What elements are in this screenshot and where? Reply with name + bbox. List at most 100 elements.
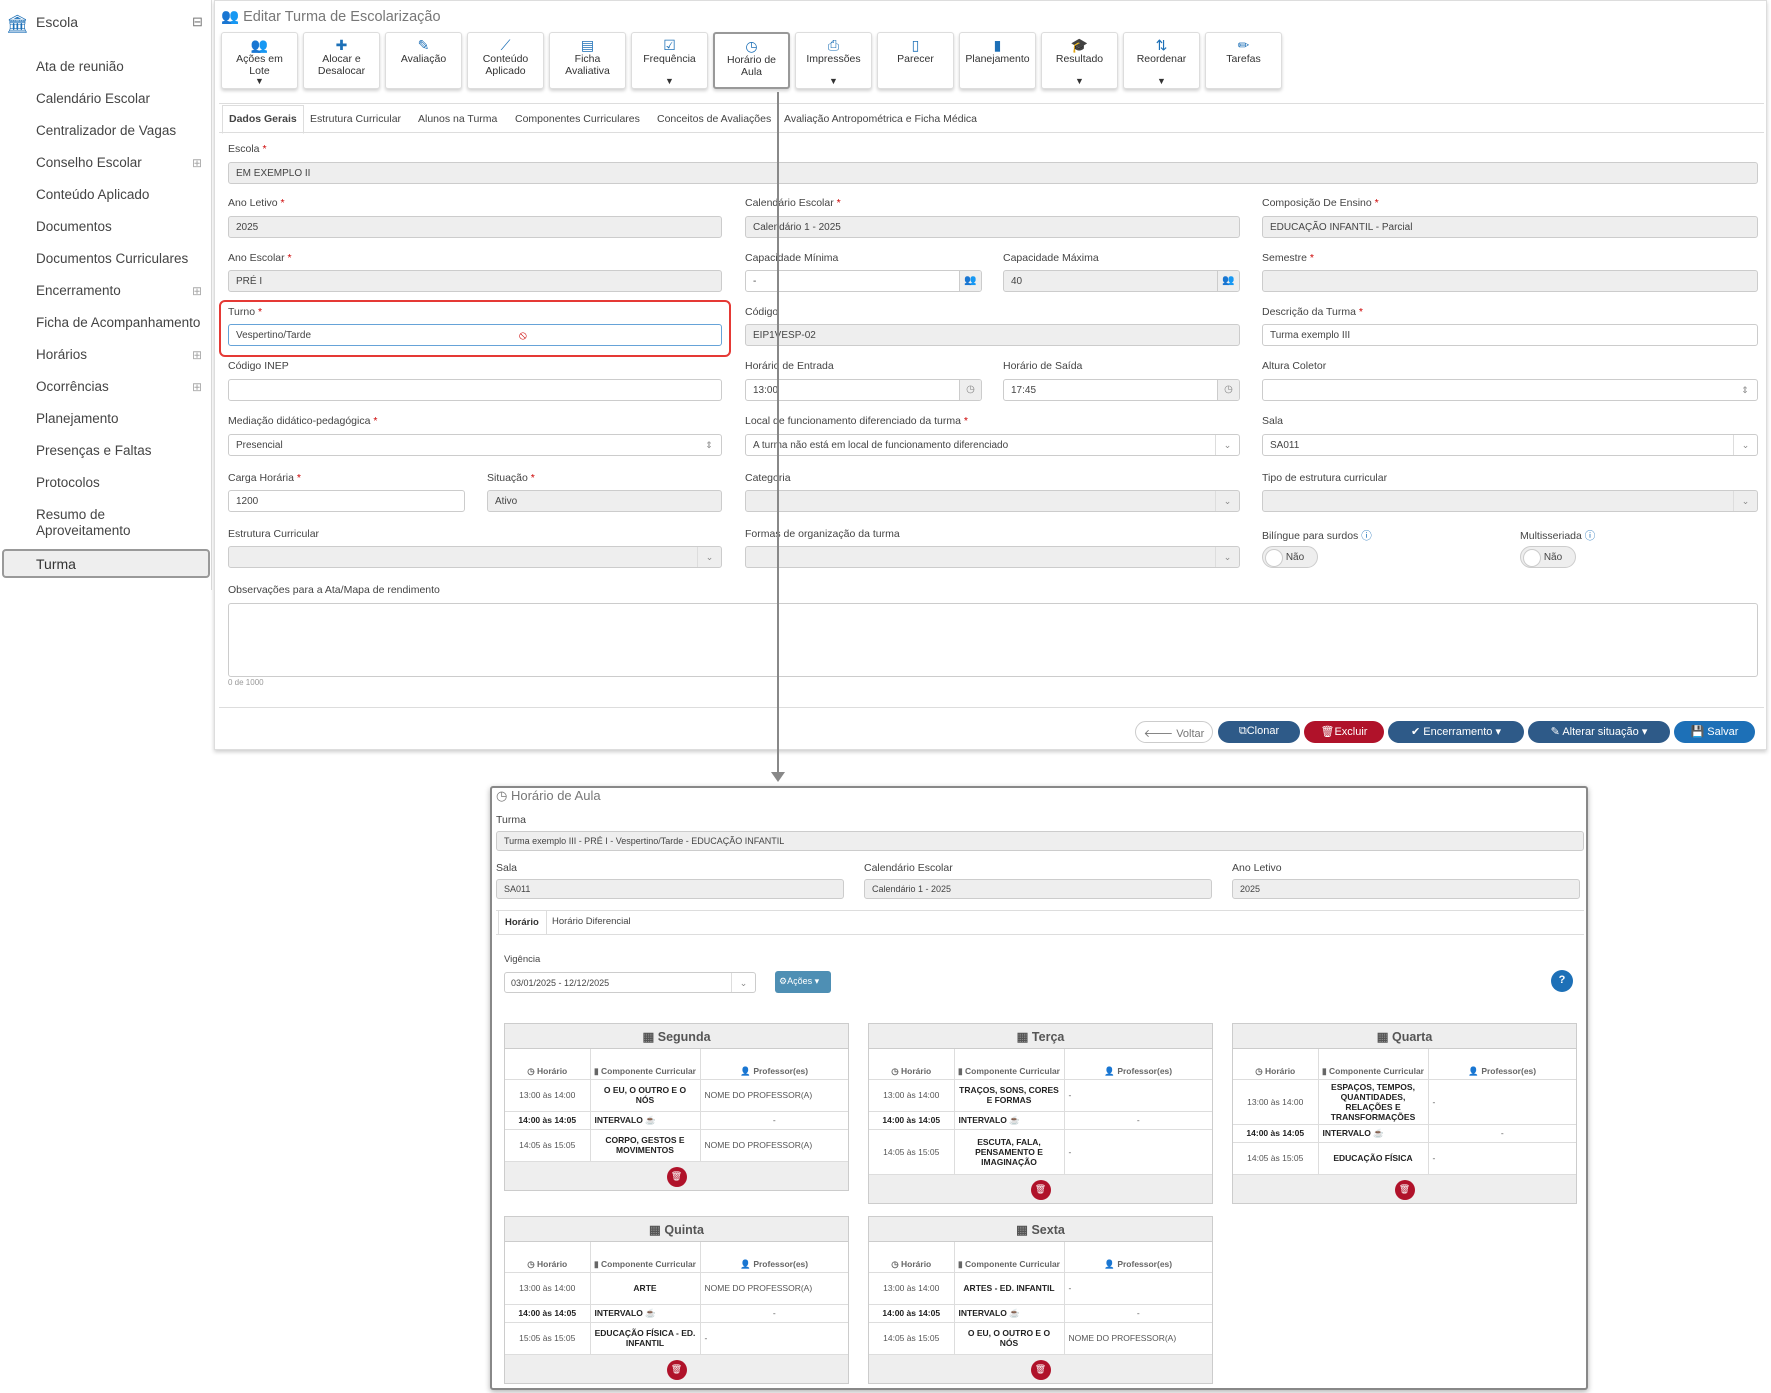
- formas-select[interactable]: ⌄: [745, 546, 1240, 568]
- sidebar-item[interactable]: Ata de reunião: [36, 59, 206, 75]
- toolbar-button[interactable]: ⇅ Reordenar ▼: [1123, 32, 1200, 89]
- expand-icon[interactable]: ⊞: [192, 379, 202, 395]
- sidebar-item-turma[interactable]: Turma: [2, 549, 210, 578]
- vigencia-select[interactable]: 03/01/2025 - 12/12/2025 ⌄: [504, 972, 756, 993]
- salvar-button[interactable]: 💾 Salvar: [1674, 721, 1755, 743]
- bilingue-toggle[interactable]: Não: [1262, 546, 1318, 568]
- codigo-field[interactable]: EIP1VESP-02: [745, 324, 1240, 346]
- tab[interactable]: Componentes Curriculares: [515, 113, 640, 125]
- alterar-situacao-button[interactable]: ✎ Alterar situação ▾: [1528, 721, 1670, 743]
- trash-icon[interactable]: 🗑: [1394, 1179, 1415, 1200]
- sidebar-item[interactable]: Documentos Curriculares: [36, 251, 206, 267]
- sidebar-item[interactable]: Calendário Escolar: [36, 91, 206, 107]
- info-icon[interactable]: ⓘ: [1585, 530, 1596, 542]
- composicao-field[interactable]: EDUCAÇÃO INFANTIL - Parcial: [1262, 216, 1758, 238]
- multisseriada-toggle[interactable]: Não: [1520, 546, 1576, 568]
- horario-entrada-field[interactable]: 13:00 ◷: [745, 379, 982, 401]
- escola-field[interactable]: EM EXEMPLO II: [228, 162, 1758, 184]
- collapse-icon[interactable]: ⊟: [192, 14, 203, 30]
- clonar-button[interactable]: ⧉Clonar: [1218, 721, 1300, 743]
- toolbar-button[interactable]: ▮ Planejamento: [959, 32, 1036, 89]
- voltar-button[interactable]: 🡐 Voltar: [1135, 721, 1213, 743]
- turno-field[interactable]: Vespertino/Tarde ⦸: [228, 324, 722, 346]
- sidebar-item[interactable]: Conteúdo Aplicado: [36, 187, 206, 203]
- sidebar-item[interactable]: Ficha de Acompanhamento: [36, 315, 206, 331]
- expand-icon[interactable]: ⊞: [192, 155, 202, 171]
- toolbar-label: Reordenar: [1136, 53, 1187, 65]
- capacidade-minima-field[interactable]: - 👥: [745, 270, 982, 292]
- clock-icon: ◷: [745, 38, 758, 54]
- trash-icon[interactable]: 🗑: [1030, 1359, 1051, 1380]
- trash-icon[interactable]: 🗑: [1030, 1179, 1051, 1200]
- clock-icon[interactable]: ◷: [1217, 380, 1239, 400]
- descricao-field[interactable]: Turma exemplo III: [1262, 324, 1758, 346]
- capacidade-maxima-field[interactable]: 40 👥: [1003, 270, 1240, 292]
- estrutura-select[interactable]: ⌄: [228, 546, 722, 568]
- toolbar-button[interactable]: ✎ Avaliação: [385, 32, 462, 89]
- local-select[interactable]: A turma não está em local de funcionamen…: [745, 434, 1240, 456]
- clock-icon[interactable]: ◷: [959, 380, 981, 400]
- tab-horario[interactable]: Horário: [498, 910, 547, 934]
- sidebar-item[interactable]: Ocorrências ⊞: [36, 379, 206, 395]
- ano-letivo-field[interactable]: 2025: [228, 216, 722, 238]
- encerramento-button[interactable]: ✔ Encerramento ▾: [1388, 721, 1524, 743]
- toolbar-button[interactable]: ◷ Horário de Aula: [713, 32, 790, 89]
- sidebar-item[interactable]: Resumo de Aproveitamento: [36, 507, 206, 539]
- sala-field[interactable]: SA011: [496, 879, 844, 899]
- horario-saida-field[interactable]: 17:45 ◷: [1003, 379, 1240, 401]
- toolbar-button[interactable]: ⟋ Conteúdo Aplicado: [467, 32, 544, 89]
- ano-escolar-field[interactable]: PRÉ I: [228, 270, 722, 292]
- table-row: 14:00 às 14:05 INTERVALO ☕ -: [505, 1304, 848, 1323]
- toolbar-button[interactable]: ⎙ Impressões ▼: [795, 32, 872, 89]
- horario-cell: 13:00 às 14:00: [505, 1079, 591, 1112]
- sidebar-header[interactable]: 🏛 Escola ⊟: [0, 8, 212, 38]
- toolbar-button[interactable]: ✚ Alocar e Desalocar: [303, 32, 380, 89]
- situacao-field[interactable]: Ativo: [487, 490, 722, 512]
- tab[interactable]: Estrutura Curricular: [310, 113, 401, 125]
- column-header: ▮ Componente Curricular: [1318, 1049, 1429, 1080]
- toolbar-button[interactable]: ✏ Tarefas: [1205, 32, 1282, 89]
- acoes-button[interactable]: ⚙Ações ▾: [775, 971, 831, 993]
- tab[interactable]: Conceitos de Avaliações: [657, 113, 771, 125]
- sidebar-item[interactable]: Documentos: [36, 219, 206, 235]
- toolbar-button[interactable]: ▯ Parecer: [877, 32, 954, 89]
- ano-letivo-field[interactable]: 2025: [1232, 879, 1580, 899]
- carga-horaria-field[interactable]: 1200: [228, 490, 465, 512]
- tab-horario-diferencial[interactable]: Horário Diferencial: [552, 916, 631, 927]
- excluir-button[interactable]: 🗑Excluir: [1304, 721, 1384, 743]
- tab[interactable]: Dados Gerais: [222, 105, 304, 134]
- tipo-estrutura-select[interactable]: ⌄: [1262, 490, 1758, 512]
- tab[interactable]: Avaliação Antropométrica e Ficha Médica: [784, 113, 977, 125]
- sidebar-item[interactable]: Conselho Escolar ⊞: [36, 155, 206, 171]
- sidebar-item[interactable]: Encerramento ⊞: [36, 283, 206, 299]
- expand-icon[interactable]: ⊞: [192, 283, 202, 299]
- sidebar-item[interactable]: Protocolos: [36, 475, 206, 491]
- professor-cell: -: [700, 1304, 848, 1323]
- toolbar-button[interactable]: ☑ Frequência ▼: [631, 32, 708, 89]
- sidebar-item[interactable]: Centralizador de Vagas: [36, 123, 206, 139]
- calendario-field[interactable]: Calendário 1 - 2025: [745, 216, 1240, 238]
- trash-icon[interactable]: 🗑: [666, 1359, 687, 1380]
- help-icon[interactable]: ?: [1551, 970, 1573, 992]
- categoria-select[interactable]: ⌄: [745, 490, 1240, 512]
- semestre-field[interactable]: [1262, 270, 1758, 292]
- sala-select[interactable]: SA011 ⌄: [1262, 434, 1758, 456]
- trash-icon: 🗑: [1320, 726, 1335, 738]
- altura-coletor-select[interactable]: ⇕: [1262, 379, 1758, 401]
- toolbar-button[interactable]: ▤ Ficha Avaliativa: [549, 32, 626, 89]
- toolbar-button[interactable]: 👥 Ações em Lote ▼: [221, 32, 298, 89]
- turma-field[interactable]: Turma exemplo III - PRÉ I - Vespertino/T…: [496, 831, 1584, 851]
- calendario-field[interactable]: Calendário 1 - 2025: [864, 879, 1212, 899]
- trash-icon[interactable]: 🗑: [666, 1166, 687, 1187]
- info-icon[interactable]: ⓘ: [1361, 530, 1372, 542]
- observacoes-textarea[interactable]: [228, 603, 1758, 677]
- mediacao-select[interactable]: Presencial ⇕: [228, 434, 722, 456]
- toolbar-button[interactable]: 🎓 Resultado ▼: [1041, 32, 1118, 89]
- sidebar-item[interactable]: Horários ⊞: [36, 347, 206, 363]
- tab[interactable]: Alunos na Turma: [418, 113, 497, 125]
- codigo-inep-field[interactable]: [228, 379, 722, 401]
- expand-icon[interactable]: ⊞: [192, 347, 202, 363]
- sidebar-item[interactable]: Planejamento: [36, 411, 206, 427]
- sidebar-item[interactable]: Presenças e Faltas: [36, 443, 206, 459]
- componente-cell: INTERVALO ☕: [590, 1111, 701, 1130]
